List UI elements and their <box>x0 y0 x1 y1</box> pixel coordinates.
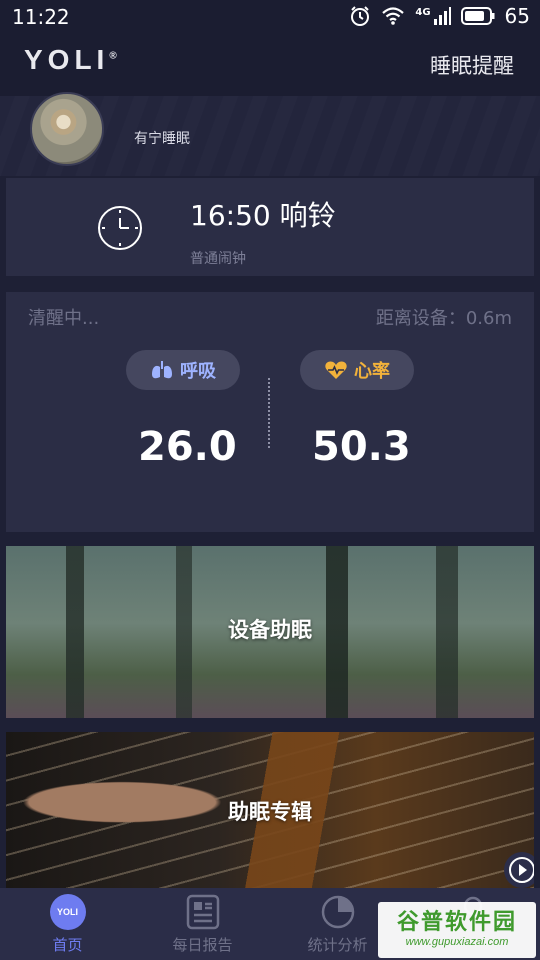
logo-mark: ® <box>109 50 117 62</box>
status-icons: 4G 65 <box>349 4 530 28</box>
watermark-name: 谷普软件园 <box>396 910 517 935</box>
play-button[interactable] <box>504 852 534 888</box>
status-time: 11:22 <box>12 5 70 29</box>
heart-label: 心率 <box>354 361 390 382</box>
status-bar: 11:22 4G 65 <box>0 0 540 34</box>
home-icon-text: YOLI <box>49 894 86 930</box>
avatar[interactable] <box>30 92 104 166</box>
app-header: YOLI® 睡眠提醒 <box>0 34 540 96</box>
sleep-reminder-button[interactable]: 睡眠提醒 <box>430 50 514 80</box>
battery-level: 65 <box>504 4 530 28</box>
device-distance: 距离设备：0.6m <box>375 308 512 329</box>
watermark-url: www.gupuxiazai.com <box>405 936 509 948</box>
battery-icon <box>460 7 495 25</box>
profile-section: 有宁睡眠 <box>0 92 540 176</box>
vitals-card: 清醒中... 距离设备：0.6m 呼吸 心率 26.0 50.3 <box>6 292 534 532</box>
play-icon <box>509 857 534 883</box>
clock-icon <box>98 206 142 250</box>
heart-badge: 心率 <box>300 350 414 390</box>
sleep-album-card[interactable]: 助眠专辑 <box>6 732 534 888</box>
user-name: 有宁睡眠 <box>134 131 190 147</box>
sleep-album-title: 助眠专辑 <box>228 800 312 824</box>
watermark-badge: 谷普软件园 www.gupuxiazai.com <box>378 902 536 958</box>
breath-value: 26.0 <box>138 424 237 470</box>
nav-home[interactable]: YOLI 首页 <box>0 888 135 960</box>
network-type: 4G <box>415 6 431 18</box>
wifi-icon <box>382 7 405 25</box>
alarm-type: 普通闹钟 <box>190 251 246 267</box>
logo-text: YOLI <box>24 44 110 75</box>
device-sleep-card[interactable]: 设备助眠 <box>6 546 534 718</box>
report-icon <box>186 894 219 930</box>
heart-pulse-icon <box>325 361 347 379</box>
alarm-icon <box>351 6 370 26</box>
lungs-icon <box>152 361 172 379</box>
signal-icon <box>433 7 451 25</box>
breath-badge: 呼吸 <box>126 350 240 390</box>
pie-chart-icon <box>321 895 354 929</box>
nav-daily-report[interactable]: 每日报告 <box>135 888 270 960</box>
alarm-card[interactable]: 16:50 响铃 普通闹钟 <box>6 178 534 276</box>
nav-home-label: 首页 <box>52 936 83 954</box>
breath-label: 呼吸 <box>180 361 216 382</box>
yoli-logo: YOLI® <box>24 44 117 76</box>
device-sleep-title: 设备助眠 <box>228 618 312 642</box>
sleep-status: 清醒中... <box>28 308 100 329</box>
heart-value: 50.3 <box>312 424 411 470</box>
home-icon: YOLI <box>49 894 86 930</box>
alarm-time: 16:50 响铃 <box>190 199 336 232</box>
nav-daily-report-label: 每日报告 <box>172 936 233 954</box>
vitals-divider <box>268 378 270 448</box>
